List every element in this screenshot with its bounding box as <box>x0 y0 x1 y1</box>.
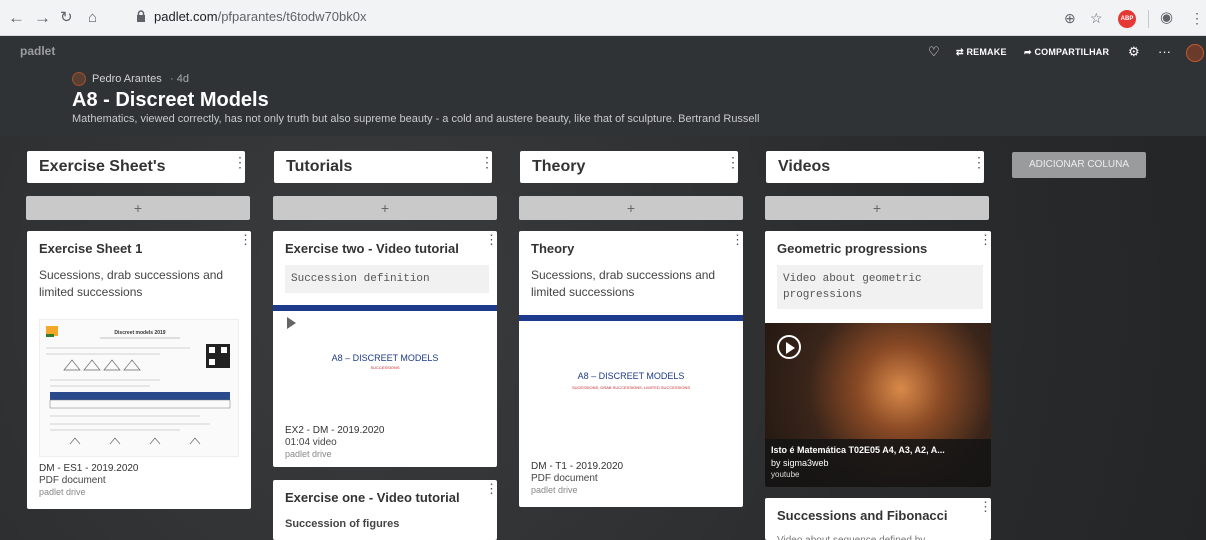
post-menu-icon[interactable]: ⋮ <box>485 482 497 495</box>
column-title: Tutorials <box>286 158 353 175</box>
post-body: Succession of figures <box>285 518 400 530</box>
video-caption: Isto é Matemática T02E05 A4, A3, A2, A..… <box>765 439 991 487</box>
pdf-thumbnail[interactable]: Discreet models 2019 <box>39 319 239 457</box>
post-title: Exercise Sheet 1 <box>39 241 143 256</box>
toolbar-divider <box>1148 10 1149 28</box>
remake-button[interactable]: ⇄ REMAKE <box>956 47 1007 58</box>
post-body: Sucessions, drab successions and limited… <box>531 268 716 299</box>
column-title: Videos <box>778 158 831 175</box>
browser-menu-icon[interactable]: ⋮ <box>1190 9 1204 27</box>
column-header-tutorials[interactable]: Tutorials ⋮ <box>274 151 494 183</box>
post-card-exercise-one[interactable]: Exercise one - Video tutorial ⋮ Successi… <box>273 480 497 540</box>
adblock-icon[interactable]: ABP <box>1118 10 1136 28</box>
video-title: Isto é Matemática T02E05 A4, A3, A2, A..… <box>771 445 945 455</box>
attachment-type: 01:04 video <box>285 437 337 448</box>
post-menu-icon[interactable]: ⋮ <box>485 233 497 246</box>
bookmark-star-icon[interactable]: ☆ <box>1090 9 1103 27</box>
slide-header-bar <box>519 315 743 321</box>
attachment-source: padlet drive <box>531 485 578 495</box>
page-title: A8 - Discreet Models <box>72 89 269 111</box>
add-post-button[interactable]: + <box>26 196 250 220</box>
post-card-theory[interactable]: Theory ⋮ Sucessions, drab successions an… <box>519 231 743 507</box>
post-code-text: Succession definition <box>285 265 489 293</box>
post-card-exercise-sheet-1[interactable]: Exercise Sheet 1 ⋮ Sucessions, drab succ… <box>27 231 251 509</box>
play-icon[interactable] <box>287 317 296 329</box>
add-post-button[interactable]: + <box>519 196 743 220</box>
slide-header-bar <box>273 305 497 311</box>
post-code-text: Video about geometric progressions <box>777 265 983 309</box>
post-card-successions-fibonacci[interactable]: Successions and Fibonacci ⋮ Video about … <box>765 498 991 540</box>
video-thumbnail[interactable]: A8 – DISCREET MODELS SUCCESSIONS <box>273 305 497 417</box>
more-icon[interactable]: ··· <box>1158 44 1171 59</box>
play-icon[interactable] <box>786 342 795 354</box>
post-title: Successions and Fibonacci <box>777 508 948 523</box>
home-icon[interactable]: ⌂ <box>88 8 97 28</box>
back-icon[interactable]: ← <box>8 8 25 28</box>
attachment-title: DM - ES1 - 2019.2020 <box>39 463 139 474</box>
pdf-page-preview: Discreet models 2019 <box>46 326 231 445</box>
column-header-exercise-sheets[interactable]: Exercise Sheet's ⋮ <box>27 151 247 183</box>
attachment-source: padlet drive <box>39 487 86 497</box>
attachment-source: padlet drive <box>285 449 332 459</box>
post-menu-icon[interactable]: ⋮ <box>979 500 991 513</box>
add-post-button[interactable]: + <box>765 196 989 220</box>
column-menu-icon[interactable]: ⋮ <box>233 155 247 169</box>
youtube-thumbnail[interactable]: Isto é Matemática T02E05 A4, A3, A2, A..… <box>765 323 991 487</box>
column-menu-icon[interactable]: ⋮ <box>972 155 986 169</box>
forward-icon[interactable]: → <box>34 8 51 28</box>
profile-icon[interactable]: ◉ <box>1160 9 1173 27</box>
post-title: Exercise two - Video tutorial <box>285 241 459 256</box>
column-header-theory[interactable]: Theory ⋮ <box>520 151 740 183</box>
share-button[interactable]: ➦ COMPARTILHAR <box>1024 47 1109 58</box>
add-column-button[interactable]: ADICIONAR COLUNA <box>1012 152 1146 178</box>
add-site-icon[interactable]: ⊕ <box>1064 9 1076 27</box>
attachment-title: DM - T1 - 2019.2020 <box>531 461 624 472</box>
post-card-exercise-two[interactable]: Exercise two - Video tutorial ⋮ Successi… <box>273 231 497 467</box>
slide-subtitle: SUCCESSIONS <box>370 365 400 370</box>
video-author: by sigma3web <box>771 458 829 468</box>
attachment-title: EX2 - DM - 2019.2020 <box>285 425 385 436</box>
thumb-title: Discreet models 2019 <box>114 330 165 336</box>
post-card-geometric-progressions[interactable]: Geometric progressions ⋮ Video about geo… <box>765 231 991 487</box>
browser-chrome: ← → ↻ ⌂ padlet.com/pfparantes/t6todw70bk… <box>0 0 1206 36</box>
add-post-button[interactable]: + <box>273 196 497 220</box>
post-body: Sucessions, drab successions and limited… <box>39 268 224 299</box>
padlet-logo[interactable]: padlet <box>20 44 55 58</box>
column-menu-icon[interactable]: ⋮ <box>480 155 494 169</box>
attachment-type: PDF document <box>531 473 598 484</box>
post-time: · 4d <box>170 73 189 85</box>
post-body: Video about sequence defined by... <box>777 532 933 540</box>
post-title: Exercise one - Video tutorial <box>285 490 460 505</box>
post-menu-icon[interactable]: ⋮ <box>731 233 743 246</box>
attachment-type: PDF document <box>39 475 106 486</box>
heart-icon[interactable]: ♡ <box>928 44 940 60</box>
address-bar[interactable]: padlet.com/pfparantes/t6todw70bk0x <box>136 6 1046 30</box>
gear-icon[interactable]: ⚙ <box>1128 44 1140 60</box>
post-title: Theory <box>531 241 575 256</box>
url-text: padlet.com/pfparantes/t6todw70bk0x <box>154 9 367 24</box>
slide-subtitle: SUCESSIONS, DRAB SUCCESSIONS, LIMITED SU… <box>571 385 691 390</box>
reload-icon[interactable]: ↻ <box>60 8 73 28</box>
slide-title: A8 – DISCREET MODELS <box>331 353 439 363</box>
column-title: Exercise Sheet's <box>39 158 166 175</box>
lock-icon <box>137 10 145 22</box>
post-menu-icon[interactable]: ⋮ <box>979 233 991 246</box>
user-avatar[interactable] <box>1186 44 1204 62</box>
post-title: Geometric progressions <box>777 241 928 256</box>
video-source: youtube <box>771 470 800 479</box>
column-title: Theory <box>532 158 586 175</box>
slide-title: A8 – DISCREET MODELS <box>577 371 685 381</box>
post-menu-icon[interactable]: ⋮ <box>239 233 251 246</box>
padlet-header: padlet Pedro Arantes · 4d A8 - Discreet … <box>0 36 1206 136</box>
author-avatar <box>72 72 86 86</box>
pdf-thumbnail[interactable]: A8 – DISCREET MODELS SUCESSIONS, DRAB SU… <box>519 315 743 451</box>
author-name: Pedro Arantes <box>92 73 162 85</box>
column-header-videos[interactable]: Videos ⋮ <box>766 151 986 183</box>
column-menu-icon[interactable]: ⋮ <box>726 155 740 169</box>
page-description: Mathematics, viewed correctly, has not o… <box>72 113 760 125</box>
